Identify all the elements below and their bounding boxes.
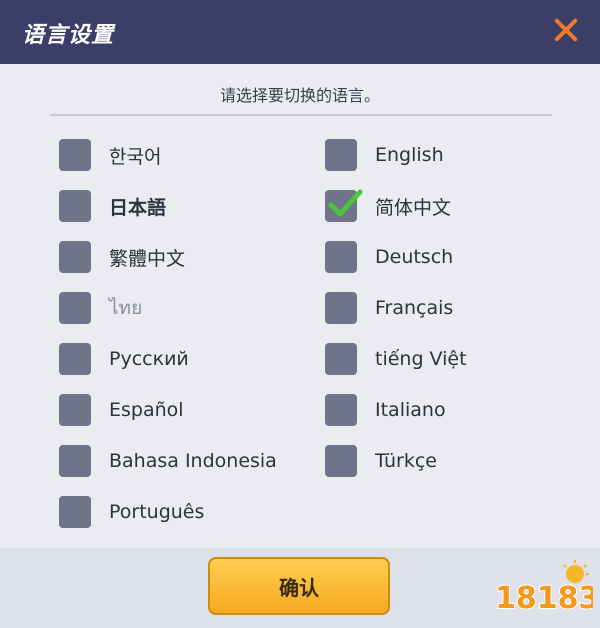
language-option-japanese[interactable]: 日本語 (59, 189, 166, 223)
language-label: tiếng Việt (375, 348, 467, 370)
checkbox[interactable] (325, 241, 357, 273)
language-label: English (375, 144, 444, 166)
language-label: Bahasa Indonesia (109, 450, 277, 472)
watermark-logo-icon: 18183 (494, 560, 593, 617)
language-option-english[interactable]: English (325, 138, 444, 172)
language-label: 한국어 (109, 145, 162, 168)
language-option-italian[interactable]: Italiano (325, 393, 446, 427)
language-option-simplified-chinese[interactable]: 简体中文 (325, 189, 451, 223)
language-label: ไทย (109, 297, 143, 319)
checkmark-icon (328, 189, 363, 217)
checkbox[interactable] (59, 139, 91, 171)
divider (50, 114, 552, 116)
language-label: Русский (109, 348, 189, 370)
checkbox[interactable] (325, 394, 357, 426)
language-label: Português (109, 501, 205, 523)
language-option-french[interactable]: Français (325, 291, 453, 325)
language-label: Deutsch (375, 246, 454, 268)
language-option-turkish[interactable]: Türkçe (325, 444, 437, 478)
checkbox-checked[interactable] (325, 189, 363, 222)
checkbox[interactable] (59, 292, 91, 324)
dialog-title: 语言设置 (22, 23, 115, 48)
language-option-portuguese[interactable]: Português (59, 495, 204, 529)
confirm-label: 确认 (279, 575, 319, 600)
dialog-header: 语言设置 (0, 0, 600, 64)
language-option-thai[interactable]: ไทย (59, 291, 142, 325)
checkbox[interactable] (325, 343, 357, 375)
language-label: 繁體中文 (109, 247, 186, 270)
language-label: 简体中文 (375, 196, 452, 219)
checkbox[interactable] (59, 241, 91, 273)
language-option-korean[interactable]: 한국어 (59, 138, 161, 172)
checkbox[interactable] (59, 394, 91, 426)
language-option-german[interactable]: Deutsch (325, 240, 453, 274)
confirm-button[interactable]: 确认 (208, 557, 390, 615)
language-settings-dialog: 语言设置 请选择要切换的语言。 한국어 日本語 繁體中文 ไทย Русский… (0, 0, 600, 628)
instruction-text: 请选择要切换的语言。 (219, 86, 380, 105)
checkbox[interactable] (325, 292, 357, 324)
language-label: Español (109, 399, 184, 421)
language-option-vietnamese[interactable]: tiếng Việt (325, 342, 467, 376)
checkbox[interactable] (59, 190, 91, 222)
language-option-indonesian[interactable]: Bahasa Indonesia (59, 444, 277, 478)
language-label: Türkçe (375, 450, 437, 472)
close-icon[interactable] (548, 12, 584, 48)
checkbox[interactable] (325, 445, 357, 477)
watermark-text: 18183 (495, 581, 593, 616)
language-label: 日本語 (109, 196, 167, 219)
checkbox[interactable] (59, 343, 91, 375)
checkbox[interactable] (325, 139, 357, 171)
checkbox[interactable] (59, 445, 91, 477)
language-option-spanish[interactable]: Español (59, 393, 184, 427)
language-option-traditional-chinese[interactable]: 繁體中文 (59, 240, 185, 274)
language-label: Italiano (375, 399, 446, 421)
language-option-russian[interactable]: Русский (59, 342, 189, 376)
checkbox[interactable] (59, 496, 91, 528)
language-label: Français (375, 297, 454, 319)
